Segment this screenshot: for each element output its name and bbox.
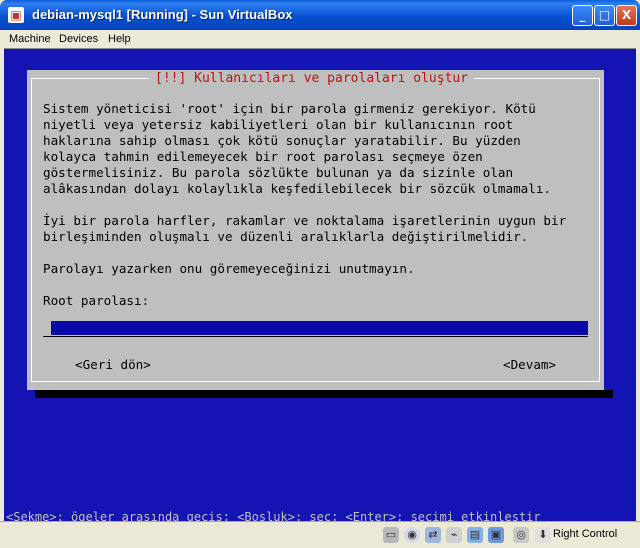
vm-display[interactable]: [!!] Kullanıcıları ve parolaları oluştur…	[4, 48, 636, 524]
password-dialog: [!!] Kullanıcıları ve parolaları oluştur…	[27, 70, 604, 390]
dialog-text-line: İyi bir parola harfler, rakamlar ve nokt…	[43, 213, 567, 228]
title-bar[interactable]: ▣ debian-mysql1 [Running] - Sun VirtualB…	[0, 0, 640, 30]
dialog-text-line: kolayca tahmin edilemeyecek bir root par…	[43, 149, 483, 164]
virtualbox-window: ▣ debian-mysql1 [Running] - Sun VirtualB…	[0, 0, 640, 548]
root-password-label: Root parolası:	[43, 293, 150, 308]
network-icon[interactable]: ⇄	[425, 527, 441, 543]
status-bar: ▭ ◉ ⇄ ⌁ ▤ ▣ ◎ ⬇ Right Control	[0, 521, 640, 548]
menu-bar: Machine Devices Help	[0, 30, 640, 48]
window-title: debian-mysql1 [Running] - Sun VirtualBox	[32, 7, 293, 22]
minimize-button[interactable]: _	[572, 5, 593, 26]
menu-devices[interactable]: Devices	[59, 33, 98, 45]
dialog-title: [!!] Kullanıcıları ve parolaları oluştur	[149, 71, 475, 87]
dialog-shadow	[35, 390, 613, 398]
dialog-text-line: haklarına sahip olması çok kötü sonuçlar…	[43, 133, 521, 148]
display-icon[interactable]: ▣	[488, 527, 504, 543]
dialog-text-line: niyetli veya yetersiz kabiliyetleri olan…	[43, 117, 514, 132]
virtualbox-app-icon[interactable]: ▣	[8, 7, 24, 23]
close-button[interactable]: X	[616, 5, 637, 26]
dialog-note: Parolayı yazarken onu göremeyeceğinizi u…	[43, 261, 415, 276]
virtualization-icon: ◎	[513, 527, 529, 543]
shared-folder-icon[interactable]: ▤	[467, 527, 483, 543]
mouse-integration-icon[interactable]: ⬇	[535, 527, 551, 543]
menu-machine[interactable]: Machine	[9, 33, 51, 45]
dialog-text-line: göstermelisiniz. Bu parola sözlükte bulu…	[43, 165, 514, 180]
usb-icon[interactable]: ⌁	[446, 527, 462, 543]
dialog-text-line: birleşiminden oluşmalı ve düzenli aralık…	[43, 229, 529, 244]
host-key-label: Right Control	[553, 528, 618, 540]
hard-disk-icon[interactable]: ▭	[383, 527, 399, 543]
menu-help[interactable]: Help	[108, 33, 131, 45]
dialog-text-line: alâkasından dolayı kolaylıkla keşfedileb…	[43, 181, 551, 196]
root-password-input[interactable]	[51, 321, 588, 335]
back-button[interactable]: <Geri dön>	[75, 357, 151, 372]
dialog-text-line: Sistem yöneticisi 'root' için bir parola…	[43, 101, 536, 116]
maximize-button[interactable]: □	[594, 5, 615, 26]
continue-button[interactable]: <Devam>	[503, 357, 556, 372]
input-underline	[43, 336, 588, 337]
cd-icon[interactable]: ◉	[404, 527, 420, 543]
